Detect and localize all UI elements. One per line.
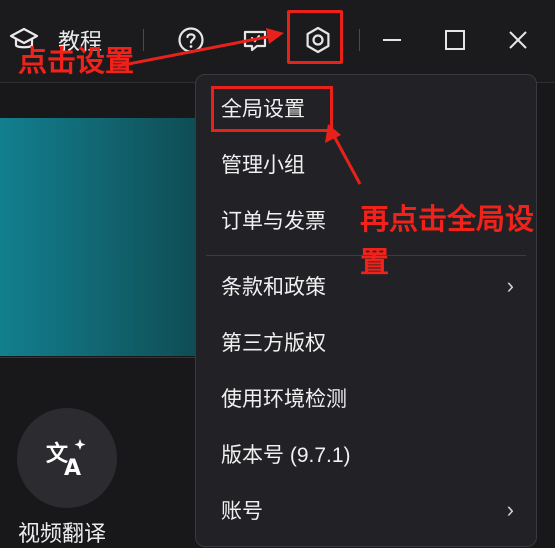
content-divider [0, 357, 195, 358]
settings-menu: 全局设置 管理小组 订单与发票 条款和政策 › 第三方版权 使用环境检测 版本号… [195, 74, 537, 547]
menu-item-environment-check[interactable]: 使用环境检测 [221, 385, 347, 415]
menu-item-manage-team[interactable]: 管理小组 [221, 151, 305, 181]
maximize-icon [445, 30, 465, 50]
annotation-step2-line1: 再点击全局设 [360, 202, 535, 236]
toolbar-separator [359, 29, 360, 51]
menu-item-third-party-copyright[interactable]: 第三方版权 [221, 329, 326, 359]
minimize-icon [383, 39, 401, 41]
global-settings-highlight-box [211, 86, 333, 132]
minimize-button[interactable] [372, 20, 412, 60]
annotation-step2-line2: 置 [360, 245, 390, 279]
close-button[interactable] [498, 20, 538, 60]
toolbar-separator [143, 29, 144, 51]
settings-highlight-box [287, 10, 343, 64]
chevron-right-icon: › [506, 273, 514, 298]
menu-item-terms-policies[interactable]: 条款和政策 [221, 273, 326, 303]
annotation-step1: 点击设置 [18, 44, 135, 78]
menu-item-version[interactable]: 版本号 (9.7.1) [221, 441, 351, 471]
menu-item-account[interactable]: 账号 [221, 497, 263, 527]
feedback-button[interactable] [235, 20, 275, 60]
feedback-icon [243, 30, 267, 52]
help-button[interactable] [171, 20, 211, 60]
translate-icon: 文 A [46, 439, 86, 479]
menu-item-orders-invoices[interactable]: 订单与发票 [221, 207, 326, 237]
video-translate-label: 视频翻译 [18, 521, 107, 546]
svg-text:A: A [64, 456, 81, 479]
banner-image[interactable] [0, 118, 195, 356]
close-icon [509, 31, 527, 49]
help-icon [178, 27, 204, 53]
maximize-button[interactable] [435, 20, 475, 60]
video-translate-button[interactable]: 文 A [17, 408, 117, 508]
chevron-right-icon: › [506, 497, 514, 522]
